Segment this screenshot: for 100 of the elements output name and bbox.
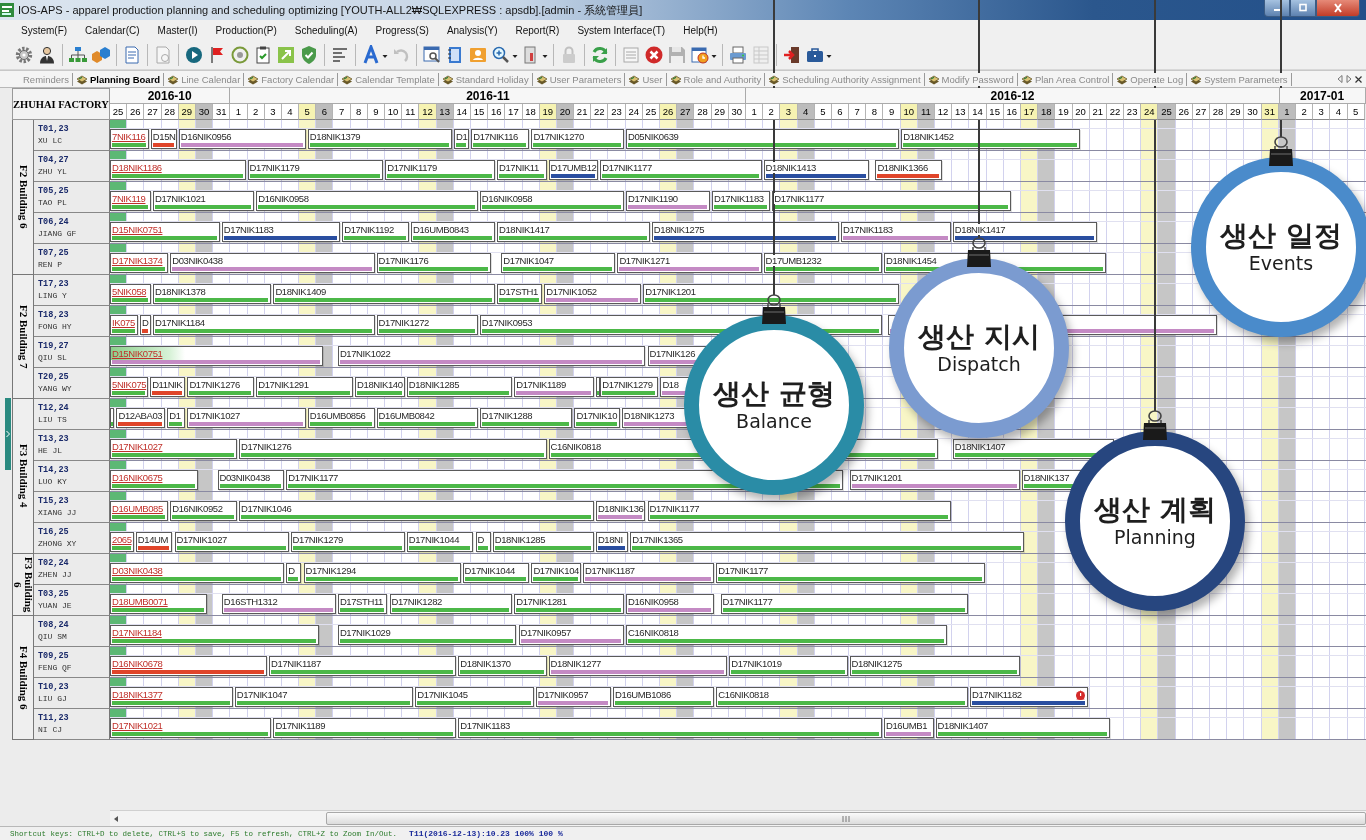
order-label[interactable]: D18NIK1409 [275, 286, 326, 297]
order-label[interactable]: D18NIK1413 [765, 162, 816, 173]
order-label[interactable]: D18UMB0071 [112, 596, 168, 607]
order-label[interactable]: D15NIK0751 [112, 348, 163, 359]
menu-item[interactable]: Calendar(C) [83, 23, 142, 37]
order-label[interactable]: D18NIK1186 [112, 162, 162, 173]
menu-item[interactable]: Help(H) [681, 23, 720, 37]
order-label[interactable]: D17NIK1271 [619, 255, 670, 266]
order-label[interactable]: D16NIK0678 [112, 658, 163, 669]
font-icon[interactable] [361, 44, 388, 65]
order-label[interactable]: D17NIK1182 [972, 689, 1022, 700]
order-label[interactable]: D18NIK1377 [112, 689, 163, 700]
gear-icon[interactable] [14, 44, 34, 65]
order-label[interactable]: D17NIK11 [499, 162, 539, 173]
order-label[interactable]: D17NIK1294 [305, 565, 356, 576]
order-label[interactable]: D16NIK0675 [112, 472, 163, 483]
order-label[interactable]: D17NIK1187 [585, 565, 635, 576]
order-label[interactable]: D17NIK1047 [236, 689, 288, 700]
order-label[interactable]: 2065 [112, 534, 132, 545]
play-icon[interactable] [184, 44, 204, 65]
order-label[interactable]: D17NIK1184 [112, 627, 162, 638]
close-icon[interactable] [1355, 75, 1362, 83]
order-label[interactable]: D12ABA03 [118, 410, 163, 421]
order-label[interactable]: D17NIK1029 [339, 627, 391, 638]
refresh-icon[interactable] [590, 44, 610, 65]
order-label[interactable]: D18NIK1275 [851, 658, 902, 669]
order-label[interactable]: D17NIK1044 [408, 534, 460, 545]
order-label[interactable]: D16UMB0856 [309, 410, 366, 421]
tab-scroll-left-icon[interactable] [1337, 75, 1343, 83]
order-label[interactable]: D18NIK1417 [499, 224, 550, 235]
window-search-icon[interactable] [422, 44, 442, 65]
cubes-icon[interactable] [91, 44, 111, 65]
order-label[interactable]: D1 [456, 131, 468, 142]
order-label[interactable]: D17NIK1176 [378, 255, 429, 266]
order-label[interactable]: D18NIK1275 [653, 224, 705, 235]
document-icon[interactable] [122, 44, 142, 65]
person-icon[interactable] [37, 44, 57, 65]
order-label[interactable]: D17NIK1177 [602, 162, 652, 173]
order-label[interactable]: D18NIK1370 [460, 658, 511, 669]
order-label[interactable]: D17NIK1044 [464, 565, 515, 576]
order-label[interactable]: D17NIK1177 [288, 472, 338, 483]
order-label[interactable]: D17UMB12 [550, 162, 597, 173]
order-label[interactable]: D17NIK1201 [851, 472, 902, 483]
order-label[interactable]: D16UMB085 [112, 503, 163, 514]
scrollbar-thumb[interactable] [326, 812, 1366, 825]
exit-icon[interactable] [782, 44, 802, 65]
order-label[interactable]: D17NIK0957 [520, 627, 571, 638]
order-label[interactable]: D17NIK1177 [649, 503, 700, 514]
zoom-in-icon[interactable] [491, 44, 518, 65]
order-label[interactable]: D17NIK1281 [516, 596, 567, 607]
order-label[interactable]: D17STH11 [339, 596, 383, 607]
order-label[interactable]: D16UMB1086 [615, 689, 671, 700]
order-label[interactable]: D17NIK104 [533, 565, 579, 576]
menu-item[interactable]: Production(P) [213, 23, 279, 37]
order-label[interactable]: 7NIK119 [112, 193, 146, 204]
order-label[interactable]: D16UMB1 [886, 720, 928, 731]
order-label[interactable]: D17NIK1183 [714, 193, 764, 204]
order-label[interactable]: D17NIK1374 [112, 255, 163, 266]
order-label[interactable]: D16UMB0843 [413, 224, 469, 235]
order-label[interactable]: D16UMB0842 [378, 410, 435, 421]
menu-item[interactable]: Report(R) [513, 23, 562, 37]
order-label[interactable]: D18NI [597, 534, 623, 545]
order-label[interactable]: D17NIK1282 [391, 596, 442, 607]
order-label[interactable]: D18NIK1407 [954, 441, 1006, 452]
order-label[interactable]: D [477, 534, 484, 545]
order-label[interactable]: 7NIK116 [112, 131, 146, 142]
order-label[interactable]: D17NIK1189 [275, 720, 326, 731]
order-label[interactable]: 5NIK075 [112, 379, 147, 390]
order-label[interactable]: D17NIK1047 [503, 255, 554, 266]
order-label[interactable]: D1 [169, 410, 181, 421]
order-label[interactable]: D18NIK137 [1023, 472, 1070, 483]
order-label[interactable]: D16NIK0958 [481, 193, 533, 204]
order-label[interactable]: D17NIK1022 [339, 348, 391, 359]
hierarchy-icon[interactable] [68, 44, 88, 65]
order-label[interactable]: D17NIK1190 [628, 193, 678, 204]
order-label[interactable]: IK075 [112, 317, 135, 328]
order-label[interactable]: D11NIK [152, 379, 183, 390]
menu-item[interactable]: Scheduling(A) [292, 23, 360, 37]
order-label[interactable]: D17NIK1179 [387, 162, 437, 173]
order-label[interactable]: D18NIK1379 [309, 131, 361, 142]
order-label[interactable]: D17NIK1177 [718, 565, 768, 576]
order-label[interactable]: D15NIK0751 [112, 224, 163, 235]
order-label[interactable]: D03NIK0438 [219, 472, 270, 483]
order-label[interactable]: D18NIK1454 [886, 255, 937, 266]
order-label[interactable]: D16STH1312 [223, 596, 278, 607]
order-label[interactable]: D05NIK0639 [628, 131, 679, 142]
order-label[interactable]: C16NIK0818 [550, 441, 601, 452]
order-label[interactable]: D17NIK1189 [516, 379, 566, 390]
order-label[interactable]: D17NIK1179 [249, 162, 300, 173]
menu-item[interactable]: Analysis(Y) [444, 23, 500, 37]
order-label[interactable]: D17NIK1276 [189, 379, 240, 390]
order-label[interactable]: D18NIK1452 [903, 131, 954, 142]
order-label[interactable]: D18NIK1407 [937, 720, 988, 731]
panel-icon[interactable] [521, 44, 548, 65]
order-label[interactable]: D18NIK1417 [954, 224, 1006, 235]
order-label[interactable]: D18NIK140 [357, 379, 403, 390]
calendar-clock-icon[interactable] [690, 44, 717, 65]
order-label[interactable]: D18NIK1273 [623, 410, 675, 421]
order-label[interactable]: D [288, 565, 295, 576]
order-label[interactable]: D17NIK1183 [460, 720, 510, 731]
